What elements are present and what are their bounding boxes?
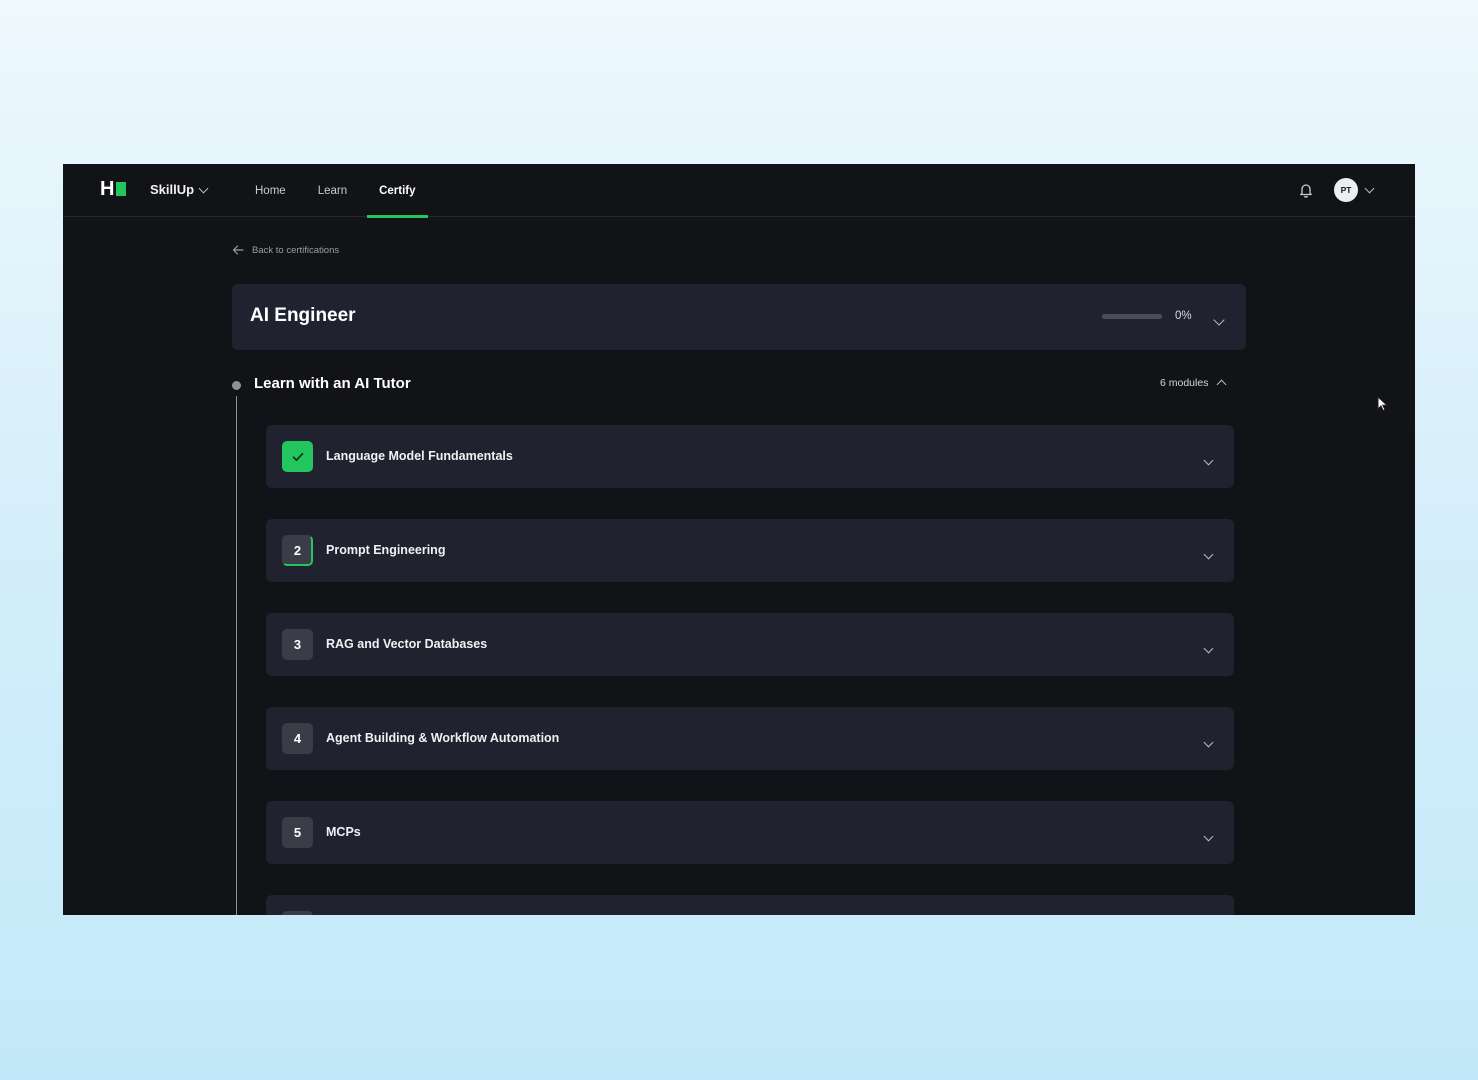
collapse-section-button[interactable]: 6 modules [1160,377,1227,390]
chevron-down-icon [1203,455,1214,466]
module-card-5[interactable]: 5 MCPs [266,801,1234,864]
modules-count: 6 modules [1160,377,1209,389]
avatar: PT [1334,178,1358,202]
back-to-certifications-link[interactable]: Back to certifications [232,244,339,256]
chevron-down-icon [1213,314,1225,326]
module-number-badge: 2 [282,535,313,566]
module-number-badge [282,911,313,915]
module-title: MCPs [326,825,361,839]
bell-icon[interactable] [1299,182,1313,198]
timeline-line [236,396,237,915]
certification-header-card[interactable]: AI Engineer 0% [232,284,1246,350]
expand-module-button[interactable] [1203,639,1214,657]
module-title: Prompt Engineering [326,543,446,557]
certification-title: AI Engineer [250,305,356,326]
top-navigation: H SkillUp Home Learn Certify PT [63,164,1415,218]
module-title: Language Model Fundamentals [326,449,513,463]
expand-certification-button[interactable] [1213,311,1225,329]
chevron-down-icon [1364,183,1375,194]
user-menu[interactable]: PT [1334,178,1375,202]
module-completed-badge [282,441,313,472]
chevron-down-icon [1203,737,1214,748]
chevron-down-icon [1203,831,1214,842]
nav-certify[interactable]: Certify [367,164,428,218]
module-number-badge: 5 [282,817,313,848]
nav-learn[interactable]: Learn [306,164,359,217]
module-number-badge: 3 [282,629,313,660]
hackerrank-logo[interactable]: H [100,178,126,200]
module-card-4[interactable]: 4 Agent Building & Workflow Automation [266,707,1234,770]
expand-module-button[interactable] [1203,451,1214,469]
arrow-left-icon [232,245,244,255]
certification-progress-label: 0% [1175,310,1192,322]
back-link-label: Back to certifications [252,244,340,256]
chevron-down-icon [1203,549,1214,560]
brand-switcher[interactable]: SkillUp [150,182,209,197]
brand-label: SkillUp [150,182,195,197]
module-card-3[interactable]: 3 RAG and Vector Databases [266,613,1234,676]
expand-module-button[interactable] [1203,733,1214,751]
module-title: Agent Building & Workflow Automation [326,731,560,745]
section-title: Learn with an AI Tutor [254,375,411,392]
module-card-2[interactable]: 2 Prompt Engineering [266,519,1234,582]
nav-links: Home Learn Certify [243,164,436,218]
chevron-up-icon [1217,379,1227,390]
timeline-dot [232,381,241,390]
module-number-badge: 4 [282,723,313,754]
expand-module-button[interactable] [1203,827,1214,845]
module-title: RAG and Vector Databases [326,637,488,651]
chevron-down-icon [1203,643,1214,654]
mouse-cursor-icon [1377,396,1388,412]
module-card-6[interactable] [266,895,1234,915]
certification-progress-bar [1102,314,1162,319]
chevron-down-icon [198,183,209,193]
expand-module-button[interactable] [1203,545,1214,563]
nav-home[interactable]: Home [243,164,298,217]
module-card-1[interactable]: Language Model Fundamentals [266,425,1234,488]
app-window: H SkillUp Home Learn Certify PT Back to … [63,164,1415,915]
check-icon [292,452,303,461]
